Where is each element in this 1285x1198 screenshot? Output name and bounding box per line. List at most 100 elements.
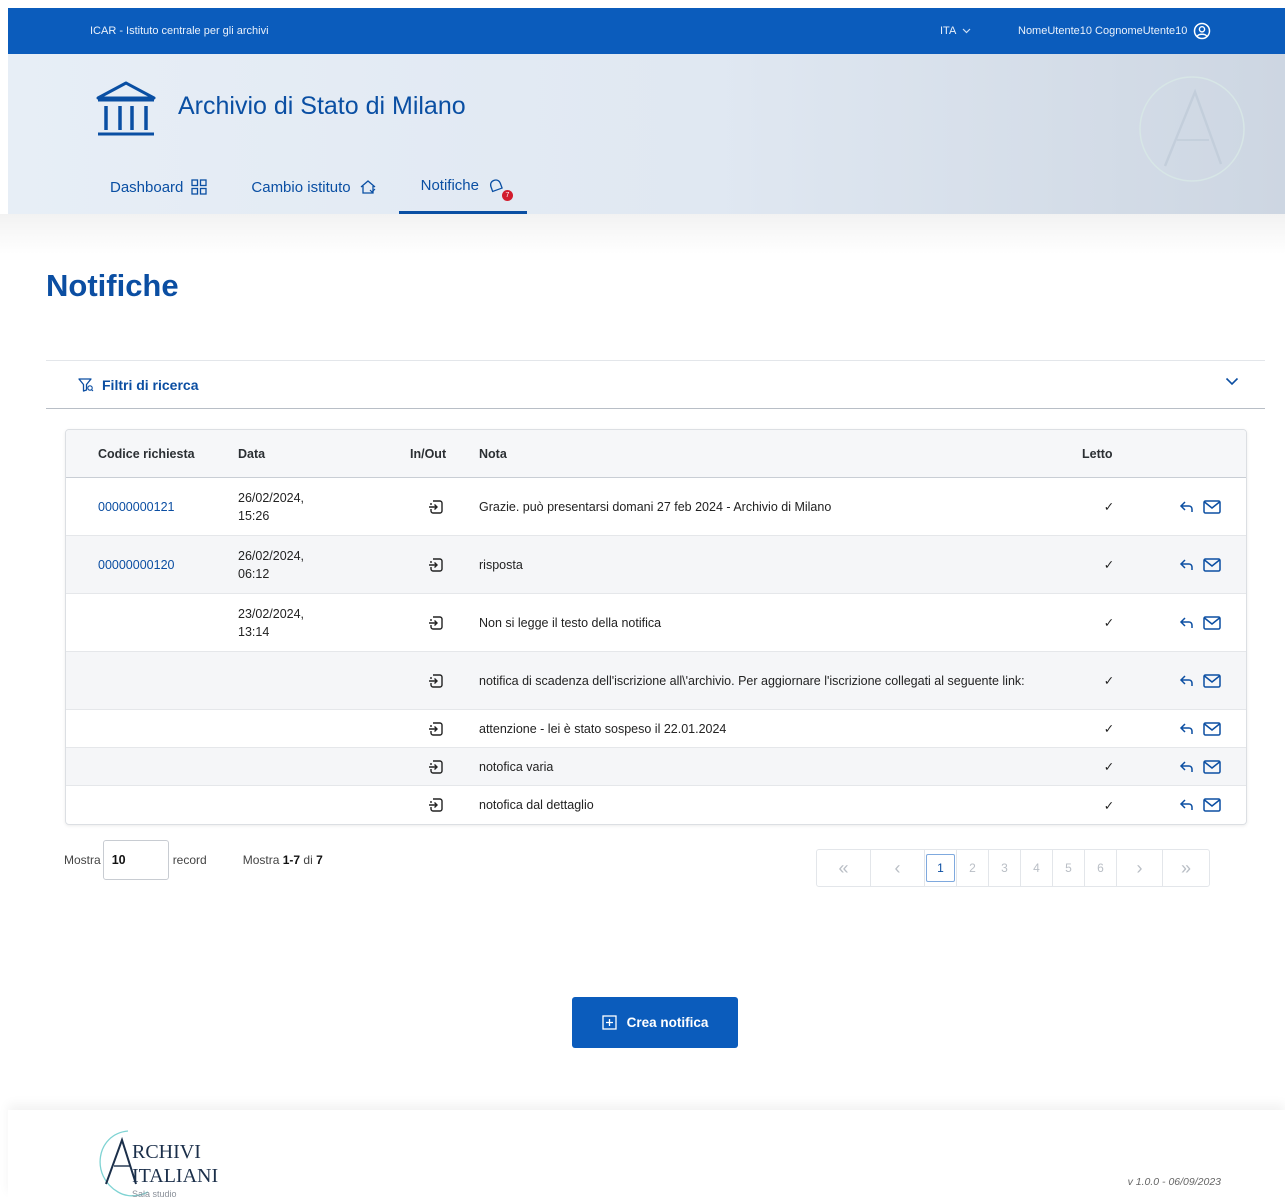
- table-row: notofica dal dettaglio ✓: [66, 786, 1246, 824]
- reply-button[interactable]: [1179, 500, 1195, 514]
- language-selector[interactable]: ITA: [940, 25, 971, 37]
- in-out-cell: [393, 797, 479, 813]
- date-cell: 26/02/2024, 15:26: [238, 490, 305, 523]
- email-button[interactable]: [1203, 673, 1221, 688]
- column-header-in-out[interactable]: In/Out: [393, 447, 479, 461]
- envelope-icon: [1203, 673, 1221, 688]
- inbox-in-icon: [429, 673, 443, 688]
- svg-text:ITALIANI: ITALIANI: [132, 1165, 218, 1187]
- email-button[interactable]: [1203, 557, 1221, 572]
- in-out-cell: [393, 759, 479, 775]
- reply-icon: [1179, 616, 1193, 628]
- reply-button[interactable]: [1179, 760, 1195, 774]
- grid-icon: [191, 179, 208, 195]
- institution-title: Archivio di Stato di Milano: [178, 92, 466, 120]
- row-actions: [1154, 759, 1246, 774]
- note-cell: Non si legge il testo della notifica: [479, 615, 662, 630]
- archivi-italiani-logo: RCHIVI ITALIANI Sala studio: [99, 1130, 218, 1198]
- notifications-table: Codice richiesta Data In/Out Nota Letto …: [65, 429, 1247, 825]
- notification-badge: 7: [501, 190, 513, 201]
- request-code-link[interactable]: 00000000120: [66, 558, 238, 572]
- in-out-cell: [393, 499, 479, 515]
- nav-notifiche[interactable]: Notifiche 7: [398, 160, 527, 214]
- version-label: v 1.0.0 - 06/09/2023: [1127, 1176, 1221, 1188]
- row-actions: [1154, 499, 1246, 514]
- reply-button[interactable]: [1179, 722, 1195, 736]
- page-2-button[interactable]: 2: [957, 850, 989, 886]
- search-filters-accordion[interactable]: Filtri di ricerca: [46, 360, 1265, 409]
- inbox-in-icon: [429, 557, 443, 572]
- inbox-in-icon: [429, 759, 443, 774]
- inbox-in-icon: [429, 721, 443, 736]
- top-bar: ICAR - Istituto centrale per gli archivi…: [8, 8, 1285, 54]
- svg-text:RCHIVI: RCHIVI: [132, 1141, 201, 1163]
- next-page-button[interactable]: ›: [1117, 850, 1163, 886]
- column-header-note[interactable]: Nota: [479, 445, 1064, 463]
- reply-icon: [1179, 674, 1193, 686]
- email-button[interactable]: [1203, 499, 1221, 514]
- email-button[interactable]: [1203, 615, 1221, 630]
- envelope-icon: [1203, 615, 1221, 630]
- row-actions: [1154, 557, 1246, 572]
- page-4-button[interactable]: 4: [1021, 850, 1053, 886]
- envelope-icon: [1203, 798, 1221, 812]
- records-per-page-input[interactable]: [102, 840, 169, 880]
- last-page-button[interactable]: »: [1163, 850, 1209, 886]
- museum-building-icon: [96, 81, 156, 136]
- row-actions: [1154, 673, 1246, 688]
- nav-notifiche-label: Notifiche: [420, 177, 479, 194]
- reply-button[interactable]: [1179, 674, 1195, 688]
- reply-button[interactable]: [1179, 616, 1195, 630]
- plus-square-icon: [601, 1015, 617, 1030]
- column-header-date[interactable]: Data: [238, 445, 393, 463]
- table-row: 23/02/2024, 13:14 Non si legge il testo d…: [66, 594, 1246, 652]
- page-1-button[interactable]: 1: [925, 850, 957, 886]
- search-filters-label: Filtri di ricerca: [102, 376, 199, 393]
- email-button[interactable]: [1203, 759, 1221, 774]
- page-3-button[interactable]: 3: [989, 850, 1021, 886]
- user-menu[interactable]: NomeUtente10 CognomeUtente10: [1018, 22, 1211, 40]
- nav-dashboard[interactable]: Dashboard: [88, 160, 229, 214]
- previous-page-button[interactable]: ‹: [871, 850, 925, 886]
- in-out-cell: [393, 557, 479, 573]
- main-nav: Dashboard Cambio istituto Notifiche 7: [88, 160, 527, 214]
- column-header-code[interactable]: Codice richiesta: [66, 447, 238, 461]
- row-actions: [1154, 721, 1246, 736]
- email-button[interactable]: [1203, 721, 1221, 736]
- reply-icon: [1179, 558, 1193, 570]
- inbox-in-icon: [429, 798, 443, 812]
- read-check: ✓: [1103, 558, 1115, 572]
- row-actions: [1154, 615, 1246, 630]
- language-label: ITA: [940, 25, 957, 37]
- table-row: 00000000121 26/02/2024, 15:26 Grazie. può…: [66, 478, 1246, 536]
- reply-button[interactable]: [1179, 558, 1195, 572]
- note-cell: notofica varia: [479, 759, 554, 774]
- table-row: attenzione - lei è stato sospeso il 22.0…: [66, 710, 1246, 748]
- nav-cambio-istituto[interactable]: Cambio istituto: [229, 160, 398, 214]
- chevron-down-icon: [1225, 377, 1239, 386]
- create-notification-button[interactable]: Crea notifica: [572, 997, 738, 1048]
- page-6-button[interactable]: 6: [1085, 850, 1117, 886]
- row-actions: [1154, 798, 1246, 812]
- note-cell: notifica di scadenza dell'iscrizione all…: [479, 673, 1025, 688]
- table-row: notofica varia ✓: [66, 748, 1246, 786]
- pagination: « ‹ 1 2 3 4 5 6 › »: [816, 849, 1210, 887]
- archivi-watermark-icon: [1139, 76, 1245, 182]
- read-check: ✓: [1103, 760, 1115, 774]
- in-out-cell: [393, 615, 479, 631]
- user-name: NomeUtente10 CognomeUtente10: [1018, 25, 1188, 37]
- page-5-button[interactable]: 5: [1053, 850, 1085, 886]
- date-cell: 23/02/2024, 13:14: [238, 606, 305, 639]
- reply-button[interactable]: [1179, 798, 1195, 812]
- header: Archivio di Stato di Milano Dashboard Ca…: [8, 54, 1285, 214]
- read-check: ✓: [1103, 616, 1115, 630]
- chevron-down-icon: [962, 28, 971, 34]
- organization-name: ICAR - Istituto centrale per gli archivi: [90, 25, 269, 37]
- envelope-icon: [1203, 557, 1221, 572]
- first-page-button[interactable]: «: [817, 850, 871, 886]
- column-header-read[interactable]: Letto: [1064, 447, 1154, 461]
- email-button[interactable]: [1203, 798, 1221, 812]
- note-cell: attenzione - lei è stato sospeso il 22.0…: [479, 721, 727, 736]
- nav-cambio-istituto-label: Cambio istituto: [251, 178, 351, 196]
- request-code-link[interactable]: 00000000121: [66, 500, 238, 514]
